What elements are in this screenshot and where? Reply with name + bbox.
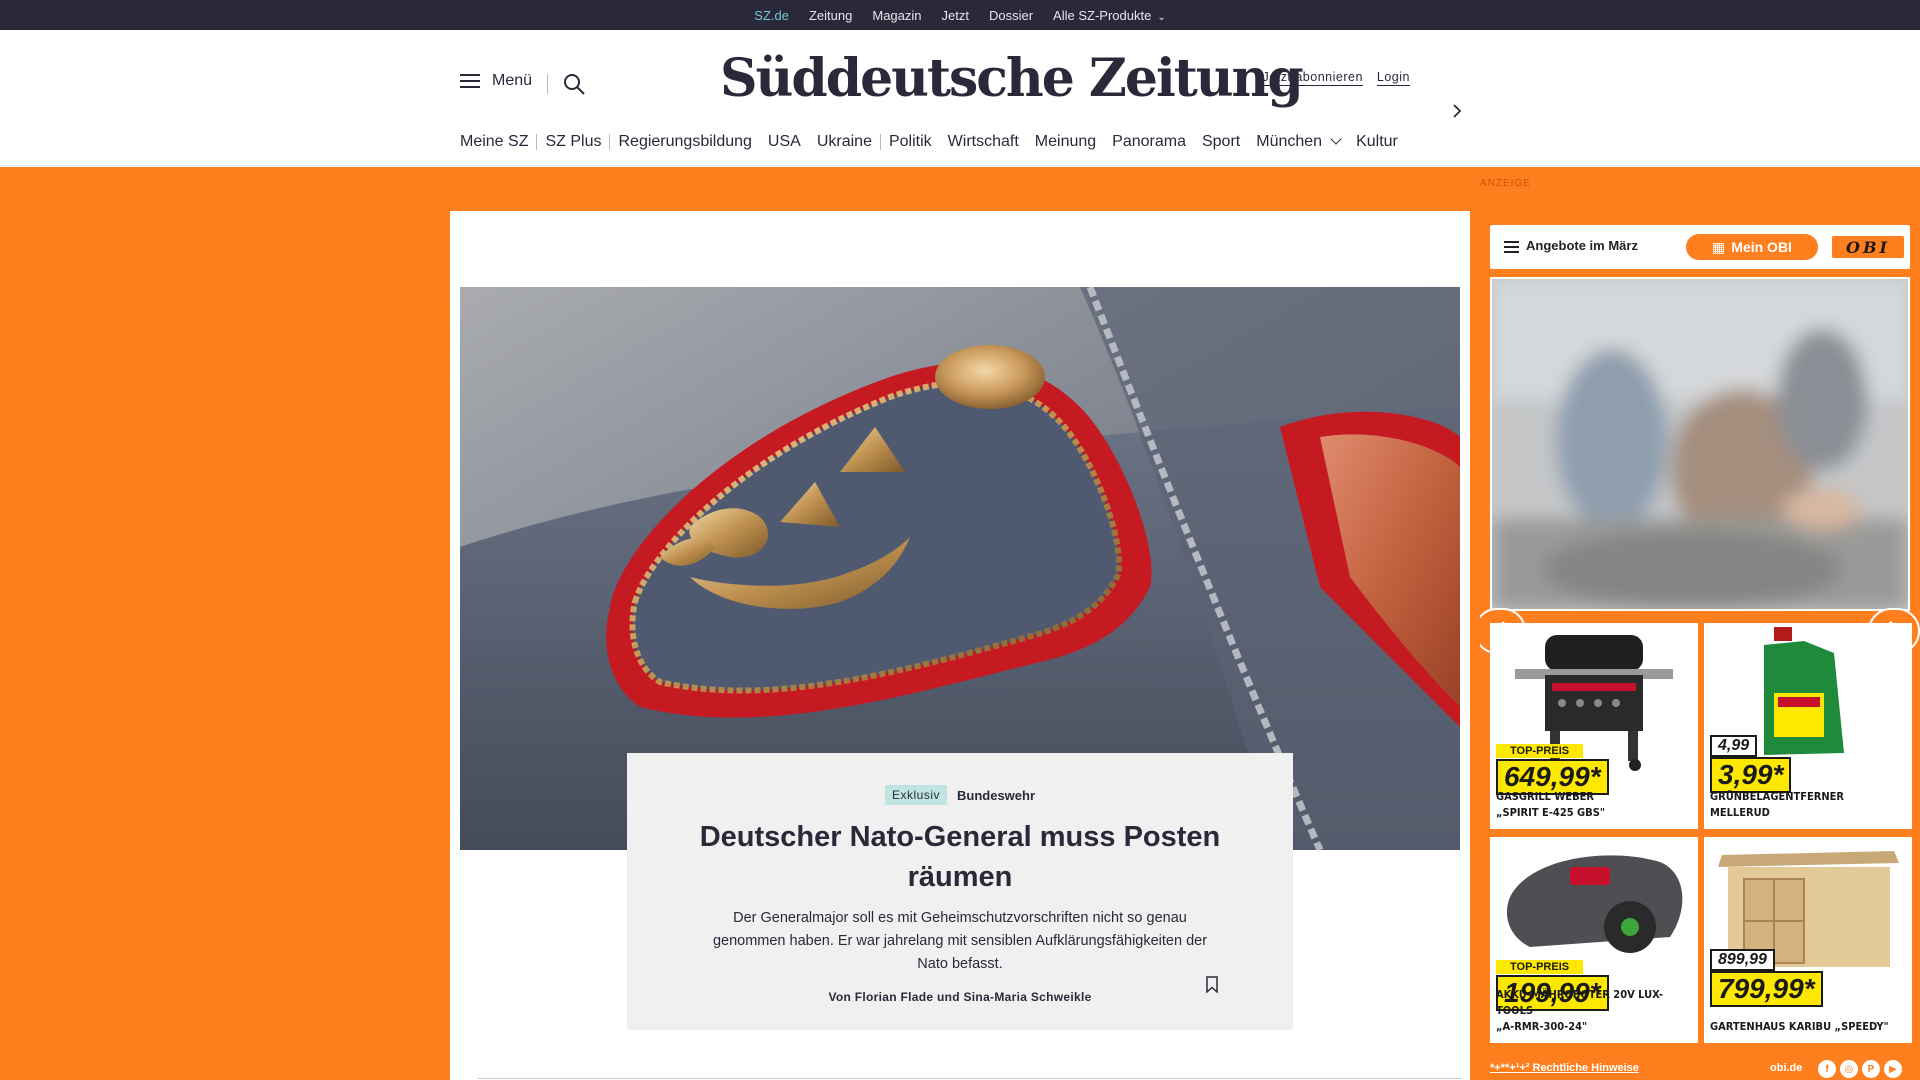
product-link-sz[interactable]: SZ.de bbox=[754, 8, 789, 36]
youtube-icon[interactable]: ▶ bbox=[1884, 1060, 1902, 1078]
obi-domain-link[interactable]: obi.de bbox=[1770, 1062, 1802, 1074]
menu-label: Menü bbox=[492, 72, 533, 89]
top-price-tag: TOP-PREIS bbox=[1496, 960, 1584, 974]
site-logo[interactable]: Süddeutsche Zeitung bbox=[720, 48, 1304, 109]
nav-item-meinung[interactable]: Meinung bbox=[1027, 133, 1104, 151]
ad-label: ANZEIGE bbox=[1480, 178, 1531, 189]
blurred-garden-image bbox=[1492, 279, 1908, 609]
obi-logo[interactable]: OBI bbox=[1832, 236, 1904, 258]
article-summary: Der Generalmajor soll es mit Geheimschut… bbox=[712, 910, 1208, 972]
ad-footer: *+**+¹+² Rechtliche Hinweise obi.de f ◎ … bbox=[1490, 1060, 1920, 1080]
product-name-line: MELLERUD bbox=[1710, 806, 1770, 819]
nav-item-sport[interactable]: Sport bbox=[1194, 133, 1248, 151]
product-tile-mower[interactable]: TOP-PREIS 199,99* AKKU-MÄHROBOTER 20V LU… bbox=[1490, 837, 1698, 1043]
price-block: TOP-PREIS 649,99* bbox=[1496, 741, 1609, 795]
product-name-line: AKKU-MÄHROBOTER 20V LUX-TOOLS bbox=[1496, 988, 1663, 1017]
nav-item-wirtschaft[interactable]: Wirtschaft bbox=[940, 133, 1027, 151]
nav-item-sz-plus[interactable]: SZ Plus bbox=[537, 133, 609, 151]
chevron-down-icon: ⌄ bbox=[1157, 11, 1166, 23]
ad-offers-label[interactable]: Angebote im März bbox=[1526, 238, 1638, 253]
product-name: AKKU-MÄHROBOTER 20V LUX-TOOLS „A-RMR-300… bbox=[1496, 987, 1692, 1035]
top-price-tag: TOP-PREIS bbox=[1496, 744, 1584, 758]
mein-obi-button[interactable]: ▦ Mein OBI bbox=[1686, 234, 1818, 260]
product-name-line: „SPIRIT E-425 GBS" bbox=[1496, 806, 1605, 819]
product-tile-shed[interactable]: 899,99 799,99* GARTENHAUS KARIBU „SPEEDY… bbox=[1704, 837, 1912, 1043]
article-kicker: Exklusiv Bundeswehr bbox=[627, 785, 1293, 805]
product-name-line: GRÜNBELAGENTFERNER bbox=[1710, 790, 1845, 803]
product-name: GRÜNBELAGENTFERNER MELLERUD bbox=[1710, 789, 1906, 821]
product-link-zeitung[interactable]: Zeitung bbox=[809, 8, 852, 23]
facebook-icon[interactable]: f bbox=[1818, 1060, 1836, 1078]
instagram-icon[interactable]: ◎ bbox=[1840, 1060, 1858, 1078]
product-name-line: GARTENHAUS KARIBU „SPEEDY" bbox=[1710, 1020, 1889, 1033]
nav-item-meine-sz[interactable]: Meine SZ bbox=[460, 133, 536, 151]
product-bar: SZ.de Zeitung Magazin Jetzt Dossier Alle… bbox=[0, 0, 1920, 36]
product-name-line: GASGRILL WEBER bbox=[1496, 790, 1594, 803]
exclusive-badge: Exklusiv bbox=[884, 785, 947, 805]
product-name: GARTENHAUS KARIBU „SPEEDY" bbox=[1710, 1019, 1906, 1035]
hamburger-icon bbox=[460, 74, 480, 88]
article-topic: Bundeswehr bbox=[957, 787, 1036, 803]
menu-button[interactable]: Menü bbox=[460, 72, 532, 90]
search-icon[interactable] bbox=[562, 72, 586, 96]
bookmark-icon[interactable] bbox=[1205, 976, 1219, 994]
price-block: 4,99 3,99* bbox=[1710, 735, 1792, 793]
legal-notice-link[interactable]: *+**+¹+² Rechtliche Hinweise bbox=[1490, 1062, 1639, 1074]
chevron-right-icon[interactable] bbox=[1448, 102, 1466, 120]
all-products-label: Alle SZ-Produkte bbox=[1053, 7, 1152, 23]
nav-item-kultur[interactable]: Kultur bbox=[1348, 133, 1406, 151]
ad-header: Angebote im März ▦ Mein OBI OBI bbox=[1490, 225, 1910, 269]
product-name-line: „A-RMR-300-24" bbox=[1496, 1020, 1588, 1033]
subscribe-link[interactable]: Jetzt abonnieren bbox=[1262, 70, 1363, 86]
old-price: 4,99 bbox=[1710, 735, 1758, 757]
article-author: Von Florian Flade und Sina-Maria Schweik… bbox=[828, 990, 1092, 1004]
product-link-magazin[interactable]: Magazin bbox=[872, 8, 921, 23]
login-link[interactable]: Login bbox=[1376, 70, 1410, 86]
nav-item-ukraine[interactable]: Ukraine bbox=[809, 133, 880, 151]
hamburger-icon[interactable] bbox=[1504, 241, 1519, 253]
robot-mower-image bbox=[1506, 855, 1683, 953]
nav-item-panorama[interactable]: Panorama bbox=[1104, 133, 1194, 151]
nav-item-regierungsbildung[interactable]: Regierungsbildung bbox=[610, 133, 759, 151]
old-price: 899,99 bbox=[1710, 949, 1775, 971]
store-icon: ▦ bbox=[1712, 238, 1726, 255]
article-headline[interactable]: Deutscher Nato-General muss Posten räume… bbox=[627, 817, 1293, 897]
product-price: 799,99* bbox=[1710, 971, 1823, 1007]
divider bbox=[547, 74, 548, 94]
pinterest-icon[interactable]: P bbox=[1862, 1060, 1880, 1078]
product-price: 3,99* bbox=[1710, 757, 1792, 793]
product-name: GASGRILL WEBER „SPIRIT E-425 GBS" bbox=[1496, 789, 1692, 821]
nav-item-usa[interactable]: USA bbox=[760, 133, 809, 151]
mein-obi-label: Mein OBI bbox=[1731, 239, 1792, 255]
price-block: 899,99 799,99* bbox=[1710, 949, 1823, 1007]
site-header: Menü Süddeutsche Zeitung Jetzt abonniere… bbox=[0, 30, 1920, 166]
content-divider bbox=[478, 1078, 1462, 1079]
product-link-jetzt[interactable]: Jetzt bbox=[942, 8, 969, 23]
product-link-all[interactable]: Alle SZ-Produkte ⌄ bbox=[1053, 8, 1166, 23]
product-tile-cleaner[interactable]: 4,99 3,99* GRÜNBELAGENTFERNER MELLERUD bbox=[1704, 623, 1912, 829]
account-links: Jetzt abonnieren Login bbox=[1262, 70, 1410, 86]
article-teaser[interactable]: Exklusiv Bundeswehr Deutscher Nato-Gener… bbox=[627, 753, 1293, 1030]
product-tile-grill[interactable]: TOP-PREIS 649,99* GASGRILL WEBER „SPIRIT… bbox=[1490, 623, 1698, 829]
section-nav: Meine SZ SZ Plus Regierungsbildung USA U… bbox=[460, 130, 1406, 154]
ad-photo[interactable] bbox=[1490, 277, 1910, 611]
nav-item-politik[interactable]: Politik bbox=[881, 133, 940, 151]
nav-item-muenchen[interactable]: München bbox=[1248, 133, 1348, 151]
product-link-dossier[interactable]: Dossier bbox=[989, 8, 1033, 23]
obi-advertisement[interactable]: Angebote im März ▦ Mein OBI OBI TOP-PREI… bbox=[1480, 215, 1920, 1080]
